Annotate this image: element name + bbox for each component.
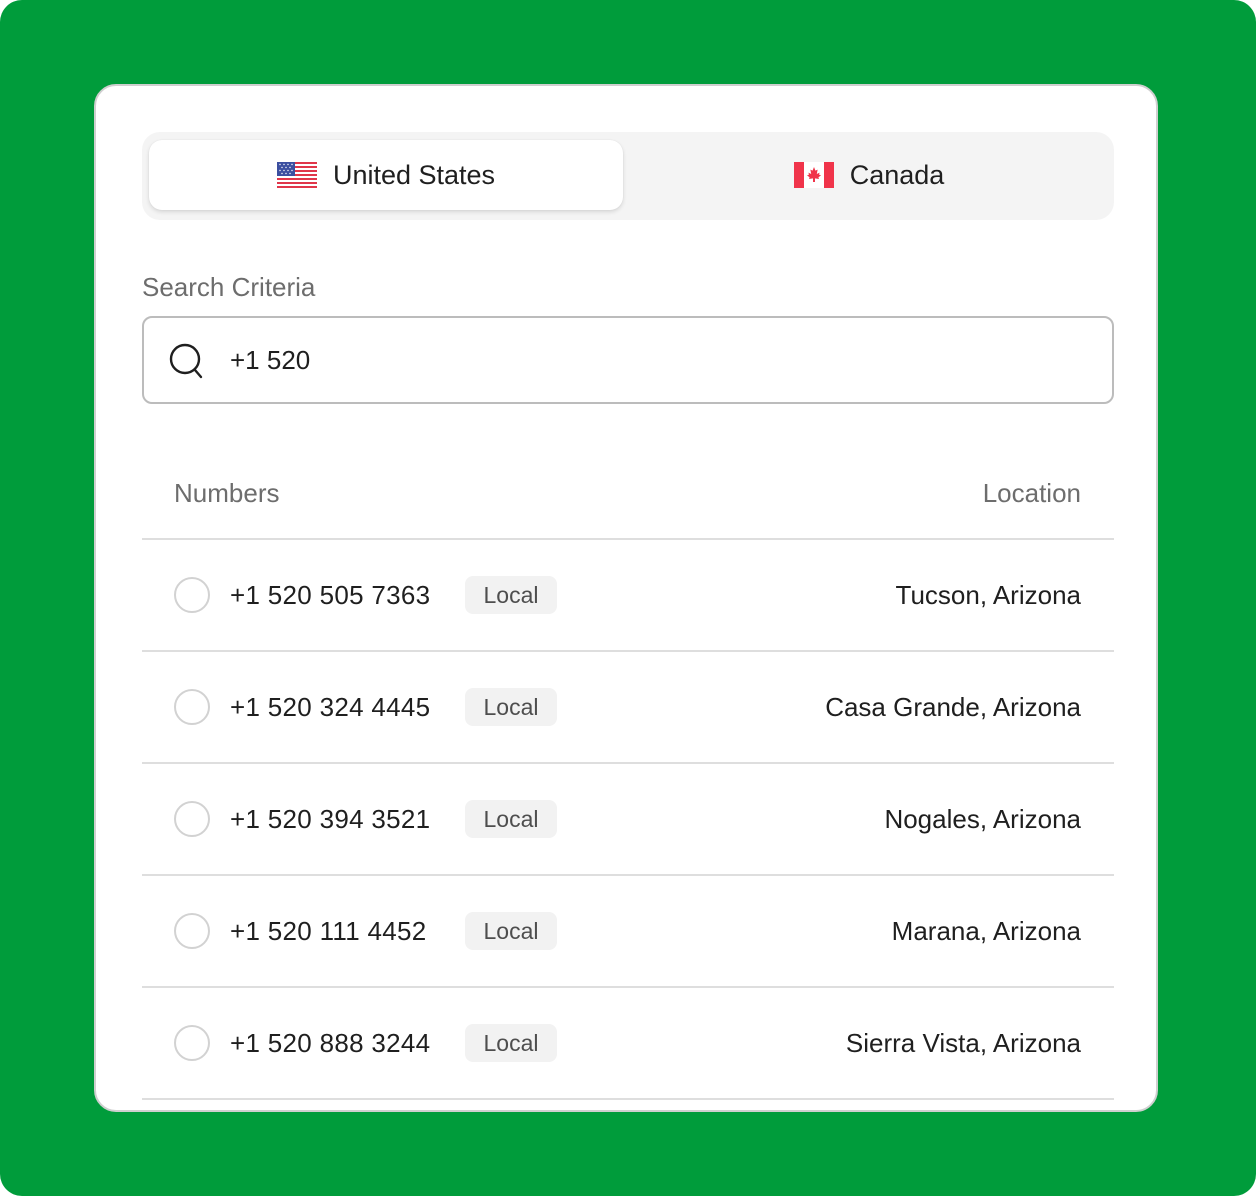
numbers-list: +1 520 505 7363 Local Tucson, Arizona +1… bbox=[142, 540, 1114, 1100]
search-icon bbox=[168, 342, 206, 380]
table-row[interactable]: +1 520 111 4452 Local Marana, Arizona bbox=[142, 876, 1114, 988]
tab-united-states[interactable]: United States bbox=[149, 140, 623, 210]
table-row[interactable]: +1 520 888 3244 Local Sierra Vista, Ariz… bbox=[142, 988, 1114, 1100]
country-tabs: United States Canada bbox=[142, 132, 1114, 220]
location-column-header: Location bbox=[982, 478, 1081, 508]
tab-canada[interactable]: Canada bbox=[632, 140, 1106, 210]
location-text: Nogales, Arizona bbox=[884, 804, 1081, 834]
select-radio[interactable] bbox=[174, 689, 210, 725]
select-radio[interactable] bbox=[174, 577, 210, 613]
location-text: Casa Grande, Arizona bbox=[825, 692, 1081, 722]
select-radio[interactable] bbox=[174, 801, 210, 837]
number-picker-card: United States Canada Search Criteria +1 … bbox=[94, 84, 1158, 1112]
search-field[interactable] bbox=[142, 316, 1114, 404]
numbers-column-header: Numbers bbox=[174, 478, 280, 508]
phone-number: +1 520 888 3244 bbox=[230, 1028, 431, 1058]
phone-number: +1 520 394 3521 bbox=[230, 804, 431, 834]
location-text: Marana, Arizona bbox=[891, 916, 1081, 946]
type-badge: Local bbox=[465, 912, 557, 950]
phone-number: +1 520 505 7363 bbox=[230, 580, 431, 610]
type-badge: Local bbox=[465, 688, 557, 726]
phone-number: +1 520 111 4452 bbox=[230, 916, 427, 946]
table-header: Numbers Location bbox=[142, 452, 1114, 540]
location-text: Tucson, Arizona bbox=[895, 580, 1081, 610]
search-input[interactable] bbox=[230, 336, 1090, 384]
search-criteria-label: Search Criteria bbox=[142, 272, 316, 302]
select-radio[interactable] bbox=[174, 1025, 210, 1061]
table-row[interactable]: +1 520 505 7363 Local Tucson, Arizona bbox=[142, 540, 1114, 652]
table-row[interactable]: +1 520 324 4445 Local Casa Grande, Arizo… bbox=[142, 652, 1114, 764]
tab-label: United States bbox=[332, 159, 496, 190]
type-badge: Local bbox=[465, 800, 557, 838]
type-badge: Local bbox=[465, 576, 557, 614]
us-flag-icon bbox=[276, 162, 317, 188]
background-frame: United States Canada Search Criteria +1 … bbox=[0, 0, 1256, 1196]
canada-flag-icon bbox=[793, 162, 834, 188]
type-badge: Local bbox=[465, 1024, 557, 1062]
tab-label: Canada bbox=[849, 159, 945, 190]
phone-number: +1 520 324 4445 bbox=[230, 692, 431, 722]
table-row[interactable]: +1 520 394 3521 Local Nogales, Arizona bbox=[142, 764, 1114, 876]
location-text: Sierra Vista, Arizona bbox=[845, 1028, 1081, 1058]
select-radio[interactable] bbox=[174, 913, 210, 949]
